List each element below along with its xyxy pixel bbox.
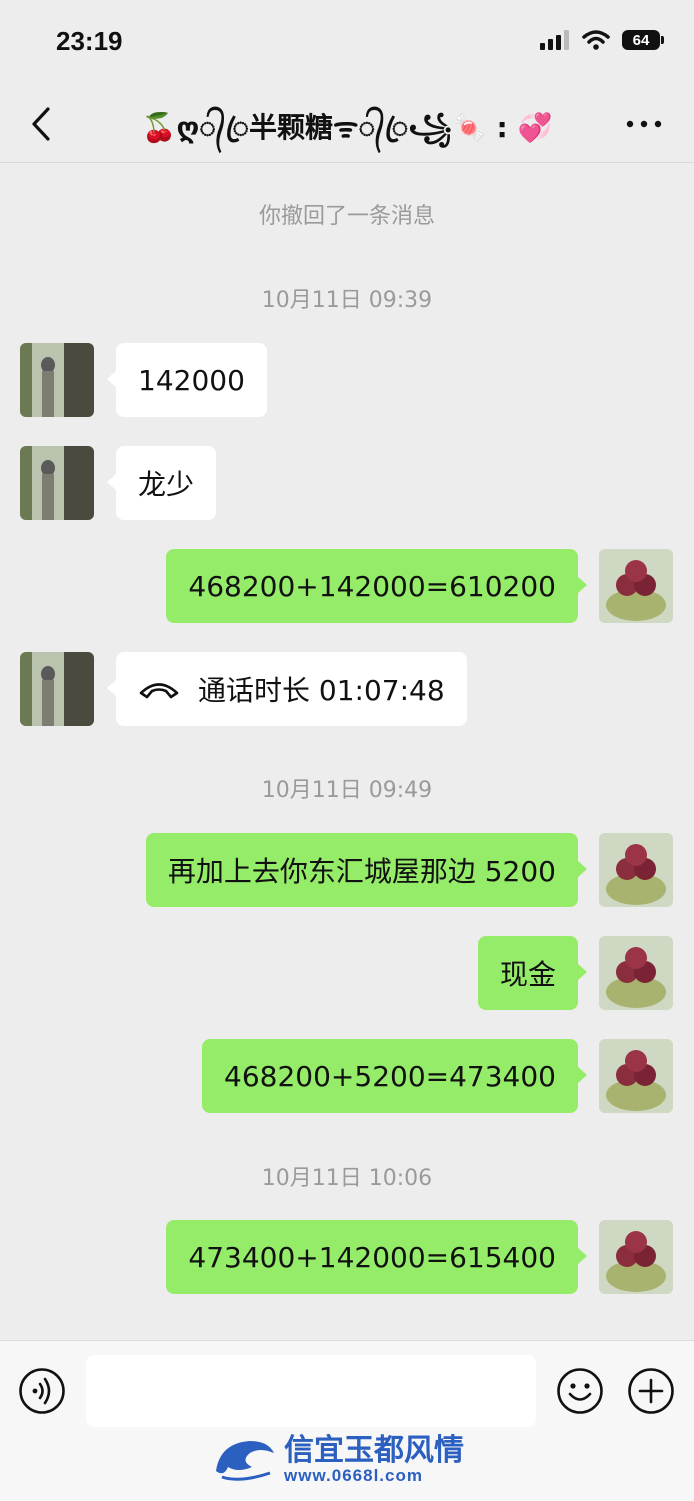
wave-logo-icon (216, 1441, 274, 1481)
message-bubble-outgoing[interactable]: 再加上去你东汇城屋那边 5200 (145, 833, 588, 907)
timestamp: 10月11日 10:06 (261, 1166, 433, 1191)
recall-notice: 你撤回了一条消息 (258, 204, 435, 229)
chat-header: 🍒ღ᭄ꦿ半颗糖ᯤ᭄ꦿ꧁🍬 : 💞 (0, 88, 694, 163)
message-input[interactable] (86, 1355, 536, 1427)
message-composer: 信宜玉都风情 www.0668l.com (0, 1340, 694, 1501)
message-text: 龙少 (138, 468, 195, 501)
voice-input-button[interactable] (18, 1367, 66, 1415)
status-icons: 64 (540, 30, 664, 50)
message-bubble-incoming[interactable]: 龙少 (106, 446, 217, 520)
more-options-button[interactable] (624, 112, 664, 136)
battery-indicator: 64 (622, 30, 664, 50)
more-features-button[interactable] (627, 1367, 675, 1415)
emoji-icon (557, 1368, 603, 1414)
contact-avatar[interactable] (20, 343, 94, 417)
clock: 23:19 (56, 26, 123, 56)
more-dots-icon (626, 120, 662, 128)
message-bubble-outgoing[interactable]: 现金 (477, 936, 588, 1010)
cellular-signal-icon (540, 30, 569, 50)
status-bar: 23:19 64 (0, 0, 694, 88)
my-avatar[interactable] (599, 1039, 673, 1113)
message-bubble-incoming[interactable]: 142000 (107, 343, 267, 417)
my-avatar[interactable] (599, 833, 673, 907)
message-bubble-outgoing[interactable]: 468200+5200=473400 (202, 1039, 587, 1113)
message-bubble-outgoing[interactable]: 473400+142000=615400 (166, 1220, 587, 1294)
emoji-button[interactable] (556, 1367, 604, 1415)
my-avatar[interactable] (599, 1220, 673, 1294)
watermark-title: 信宜玉都风情 (284, 1433, 464, 1468)
call-record-bubble[interactable]: 通话时长 01:07:48 (107, 652, 467, 726)
contact-avatar[interactable] (20, 446, 94, 520)
watermark: 信宜玉都风情 www.0668l.com (210, 1433, 490, 1489)
message-text: 现金 (499, 958, 556, 991)
message-text: 468200+142000=610200 (188, 569, 556, 603)
plus-icon (628, 1368, 674, 1414)
call-duration: 通话时长 01:07:48 (198, 674, 445, 707)
voice-icon (19, 1368, 65, 1414)
message-text: 468200+5200=473400 (224, 1059, 556, 1093)
my-avatar[interactable] (599, 549, 673, 623)
message-bubble-outgoing[interactable]: 468200+142000=610200 (166, 549, 587, 623)
watermark-url: www.0668l.com (284, 1466, 423, 1485)
phone-handset-icon (139, 683, 179, 699)
timestamp: 10月11日 09:39 (261, 288, 433, 313)
wifi-icon (582, 30, 610, 50)
chevron-left-icon (32, 107, 50, 141)
message-text: 473400+142000=615400 (188, 1240, 556, 1274)
message-text: 再加上去你东汇城屋那边 5200 (167, 855, 556, 888)
chat-title: 🍒ღ᭄ꦿ半颗糖ᯤ᭄ꦿ꧁🍬 : 💞 (141, 111, 553, 144)
timestamp: 10月11日 09:49 (261, 778, 433, 803)
message-text: 142000 (138, 363, 245, 397)
back-button[interactable] (24, 104, 58, 144)
my-avatar[interactable] (599, 936, 673, 1010)
contact-avatar[interactable] (20, 652, 94, 726)
